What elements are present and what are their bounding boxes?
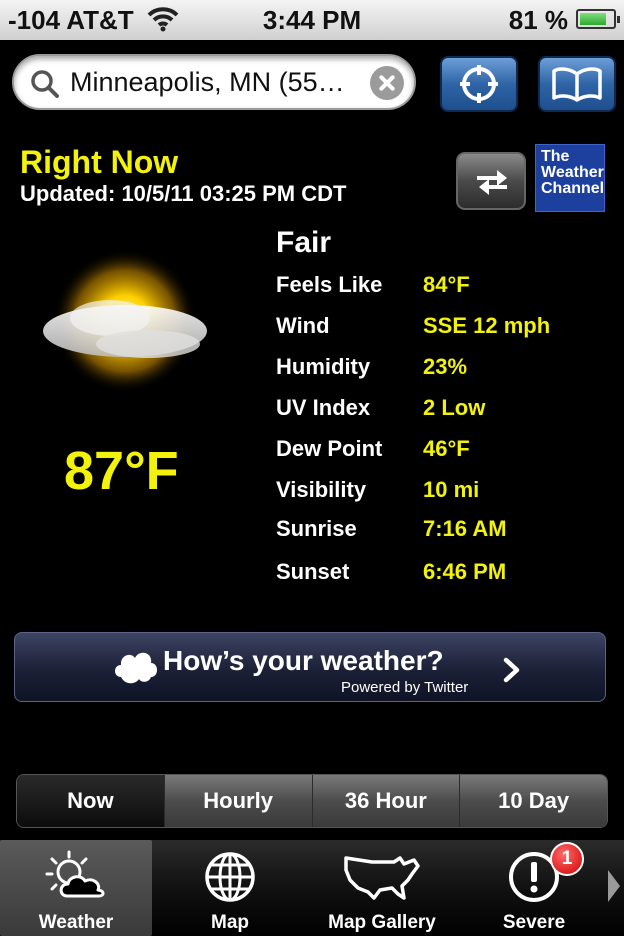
chevron-right-icon xyxy=(503,657,521,688)
banner-headline: How’s your weather? xyxy=(163,645,444,676)
globe-icon xyxy=(203,850,257,909)
severe-alert-badge: 1 xyxy=(550,842,584,876)
tab-map-gallery[interactable]: Map Gallery xyxy=(306,840,458,936)
hows-your-weather-button[interactable]: How’s your weather? Powered by Twitter xyxy=(14,632,606,702)
tab-label: Severe xyxy=(502,912,566,933)
detail-label: Feels Like xyxy=(276,272,383,297)
right-now-title: Right Now xyxy=(20,144,179,180)
tab-label: Weather xyxy=(38,912,114,933)
more-tabs-arrow-icon[interactable] xyxy=(606,868,622,909)
forecast-segmented-control: Now Hourly 36 Hour 10 Day xyxy=(16,774,608,828)
tab-severe[interactable]: Severe xyxy=(458,840,610,936)
detail-label: Visibility xyxy=(276,477,367,502)
logo-line: The xyxy=(541,148,570,165)
status-bar: -104 AT&T 3:44 PM 81 % xyxy=(0,0,624,40)
tab-label: Map Gallery xyxy=(328,912,436,933)
banner-subtitle: Powered by Twitter xyxy=(341,679,469,696)
battery-icon xyxy=(576,9,620,29)
detail-label: Sunset xyxy=(276,559,350,584)
detail-value: 84°F xyxy=(423,272,470,297)
current-temperature: 87°F xyxy=(64,441,179,501)
segment-hourly[interactable]: Hourly xyxy=(163,775,312,827)
tab-weather[interactable]: Weather xyxy=(0,840,152,936)
weather-icon xyxy=(43,850,109,909)
saved-locations-button[interactable] xyxy=(538,56,616,112)
detail-label: Humidity xyxy=(276,354,371,379)
search-input[interactable]: Minneapolis, MN (55… xyxy=(70,67,370,98)
clear-search-button[interactable] xyxy=(370,66,404,100)
weather-channel-logo[interactable]: The Weather Channel xyxy=(535,144,605,212)
segment-10-day[interactable]: 10 Day xyxy=(459,775,607,827)
detail-value: 2 Low xyxy=(423,395,486,420)
detail-label: Dew Point xyxy=(276,436,383,461)
detail-value: 6:46 PM xyxy=(423,559,507,584)
usa-map-icon xyxy=(342,850,422,909)
logo-line: Channel xyxy=(541,180,605,197)
detail-label: UV Index xyxy=(276,395,371,420)
logo-line: Weather xyxy=(541,164,604,181)
detail-label: Sunrise xyxy=(276,516,357,541)
search-box[interactable]: Minneapolis, MN (55… xyxy=(12,54,416,110)
segment-36-hour[interactable]: 36 Hour xyxy=(311,775,460,827)
swap-button[interactable] xyxy=(456,152,526,210)
search-icon xyxy=(30,69,60,104)
partly-sunny-icon xyxy=(30,246,220,421)
detail-value: SSE 12 mph xyxy=(423,313,551,338)
battery-percent: 81 % xyxy=(508,5,568,35)
detail-label: Wind xyxy=(276,313,330,338)
detail-value: 46°F xyxy=(423,436,470,461)
segment-now[interactable]: Now xyxy=(17,775,164,827)
condition-text: Fair xyxy=(276,226,332,259)
tab-bar: Weather Map Map Gallery Severe xyxy=(0,840,624,936)
tab-label: Map xyxy=(211,912,249,933)
detail-value: 7:16 AM xyxy=(423,516,507,541)
detail-value: 10 mi xyxy=(423,477,480,502)
locate-button[interactable] xyxy=(440,56,518,112)
cloud-icon xyxy=(111,643,159,692)
updated-timestamp: Updated: 10/5/11 03:25 PM CDT xyxy=(20,181,347,206)
detail-value: 23% xyxy=(423,354,468,379)
tab-map[interactable]: Map xyxy=(154,840,306,936)
